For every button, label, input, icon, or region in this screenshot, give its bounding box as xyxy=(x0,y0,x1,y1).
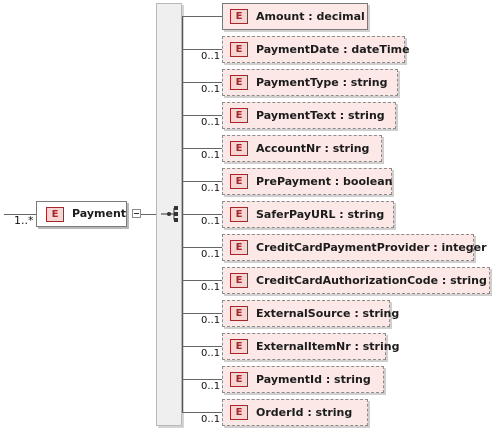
child-element[interactable]: E CreditCardAuthorizationCode : string xyxy=(222,267,490,294)
element-icon: E xyxy=(230,42,248,57)
child-element[interactable]: E PaymentDate : dateTime xyxy=(222,36,410,63)
child-occurrence: 0..1 xyxy=(201,414,221,425)
child-connector-line xyxy=(182,148,222,149)
element-icon: E xyxy=(230,306,248,321)
element-icon: E xyxy=(230,339,248,354)
child-connector-line xyxy=(182,412,222,413)
child-element-label: ExternalItemNr : string xyxy=(256,340,400,353)
child-occurrence: 0..1 xyxy=(201,282,221,293)
child-occurrence: 0..1 xyxy=(201,117,221,128)
child-element[interactable]: E PaymentText : string xyxy=(222,102,396,129)
element-icon: E xyxy=(230,9,248,24)
child-connector-line xyxy=(182,247,222,248)
child-element[interactable]: E OrderId : string xyxy=(222,399,368,426)
child-element-label: PrePayment : boolean xyxy=(256,175,393,188)
element-icon: E xyxy=(230,207,248,222)
element-icon: E xyxy=(230,372,248,387)
child-connector-line xyxy=(182,49,222,50)
child-element[interactable]: E PrePayment : boolean xyxy=(222,168,393,195)
child-occurrence: 0..1 xyxy=(201,249,221,260)
child-element[interactable]: E AccountNr : string xyxy=(222,135,382,162)
child-occurrence: 0..1 xyxy=(201,216,221,227)
element-icon: E xyxy=(230,141,248,156)
root-to-sequence-line xyxy=(141,214,156,215)
child-connector-line xyxy=(182,379,222,380)
child-occurrence: 0..1 xyxy=(201,183,221,194)
collapse-minus-icon[interactable] xyxy=(132,209,141,218)
child-connector-line xyxy=(182,214,222,215)
child-element-label: ExternalSource : string xyxy=(256,307,400,320)
element-icon: E xyxy=(230,108,248,123)
element-icon: E xyxy=(230,75,248,90)
child-element-label: Amount : decimal xyxy=(256,10,365,23)
payment-element[interactable]: E Payment xyxy=(36,201,127,227)
child-element-label: AccountNr : string xyxy=(256,142,370,155)
child-occurrence: 0..1 xyxy=(201,51,221,62)
child-element[interactable]: E Amount : decimal xyxy=(222,3,368,30)
child-connector-line xyxy=(182,346,222,347)
child-element-label: SaferPayURL : string xyxy=(256,208,385,221)
child-element-label: PaymentText : string xyxy=(256,109,385,122)
root-connector-line xyxy=(4,214,36,215)
child-connector-line xyxy=(182,115,222,116)
child-element[interactable]: E PaymentId : string xyxy=(222,366,384,393)
child-occurrence: 0..1 xyxy=(201,348,221,359)
element-icon: E xyxy=(230,405,248,420)
child-element-label: PaymentId : string xyxy=(256,373,371,386)
child-element-label: PaymentDate : dateTime xyxy=(256,43,410,56)
child-element-label: CreditCardAuthorizationCode : string xyxy=(256,274,487,287)
child-occurrence: 0..1 xyxy=(201,84,221,95)
child-occurrence: 0..1 xyxy=(201,315,221,326)
child-element-label: OrderId : string xyxy=(256,406,353,419)
element-icon: E xyxy=(46,207,64,222)
child-connector-line xyxy=(182,82,222,83)
sequence-compositor-icon[interactable] xyxy=(160,205,182,223)
child-element[interactable]: E CreditCardPaymentProvider : integer xyxy=(222,234,487,261)
root-multiplicity: 1..* xyxy=(14,214,34,227)
child-connector-line xyxy=(182,181,222,182)
element-icon: E xyxy=(230,240,248,255)
element-icon: E xyxy=(230,273,248,288)
child-connector-line xyxy=(182,313,222,314)
child-element-label: CreditCardPaymentProvider : integer xyxy=(256,241,487,254)
child-occurrence: 0..1 xyxy=(201,381,221,392)
child-connector-line xyxy=(182,280,222,281)
payment-element-label: Payment xyxy=(72,207,127,220)
child-occurrence: 0..1 xyxy=(201,150,221,161)
child-connector-line xyxy=(182,16,222,17)
child-element-label: PaymentType : string xyxy=(256,76,388,89)
child-element[interactable]: E PaymentType : string xyxy=(222,69,398,96)
child-element[interactable]: E ExternalSource : string xyxy=(222,300,399,327)
child-element[interactable]: E SaferPayURL : string xyxy=(222,201,394,228)
element-icon: E xyxy=(230,174,248,189)
child-element[interactable]: E ExternalItemNr : string xyxy=(222,333,399,360)
